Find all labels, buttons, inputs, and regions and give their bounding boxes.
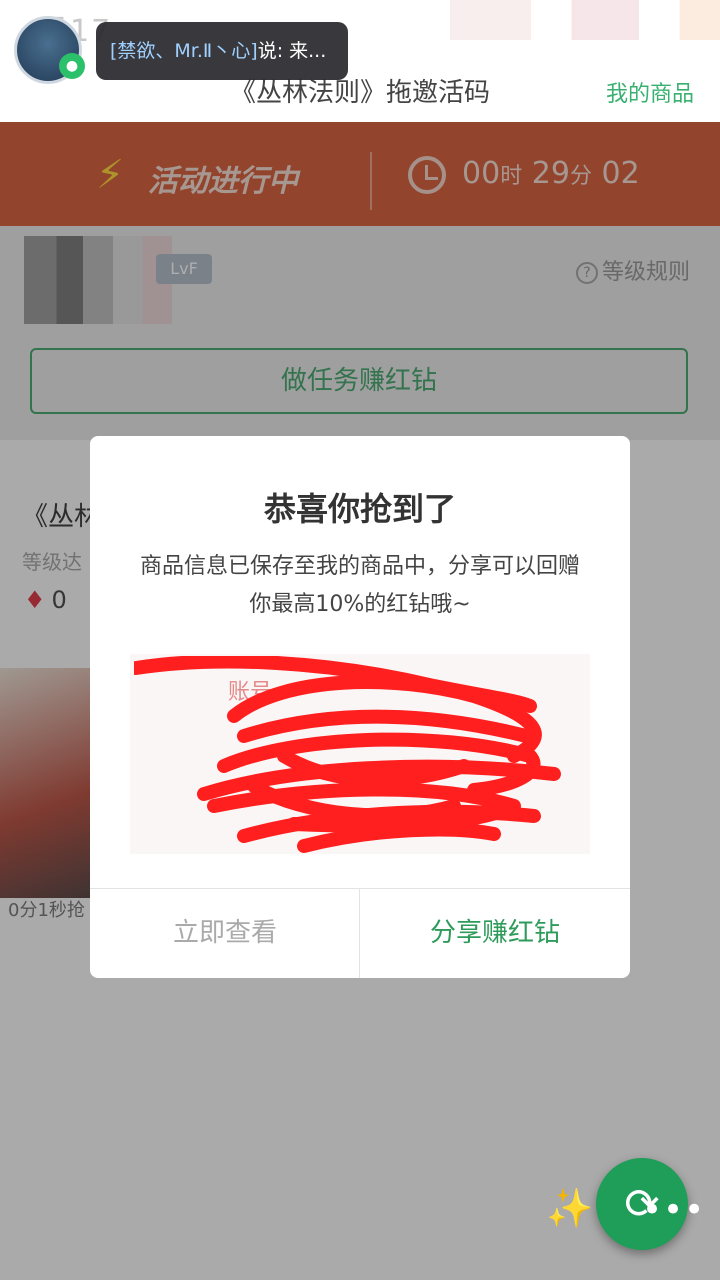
dialog-message: 商品信息已保存至我的商品中，分享可以回赠你最高10%的红钻哦~ bbox=[140, 554, 581, 617]
dialog-title: 恭喜你抢到了 bbox=[263, 490, 456, 528]
success-dialog: 恭喜你抢到了 商品信息已保存至我的商品中，分享可以回赠你最高10%的红钻哦~ 账… bbox=[90, 436, 630, 978]
share-earn-gems-button[interactable]: 分享赚红钻 bbox=[360, 888, 630, 978]
chat-notification[interactable]: [禁欲、Mr.Ⅱ丶心]说: 来... bbox=[96, 22, 348, 80]
notification-text: 说: 来... bbox=[257, 40, 327, 62]
magic-wand-icon[interactable]: ✨ bbox=[546, 1186, 593, 1231]
avatar[interactable]: ● bbox=[14, 16, 85, 84]
blurred-status-area bbox=[450, 0, 720, 40]
redaction-scribble bbox=[134, 656, 561, 853]
microphone-icon: ● bbox=[59, 53, 85, 79]
my-products-link[interactable]: 我的商品 bbox=[606, 76, 694, 108]
top-bar: 晨17 《丛林法则》拖邀活码 我的商品 ● [禁欲、Mr.Ⅱ丶心]说: 来... bbox=[0, 0, 720, 122]
more-options-icon[interactable]: ••• bbox=[642, 1190, 705, 1230]
view-now-button[interactable]: 立即查看 bbox=[90, 888, 360, 978]
notification-sender: [禁欲、Mr.Ⅱ丶心] bbox=[110, 40, 258, 62]
